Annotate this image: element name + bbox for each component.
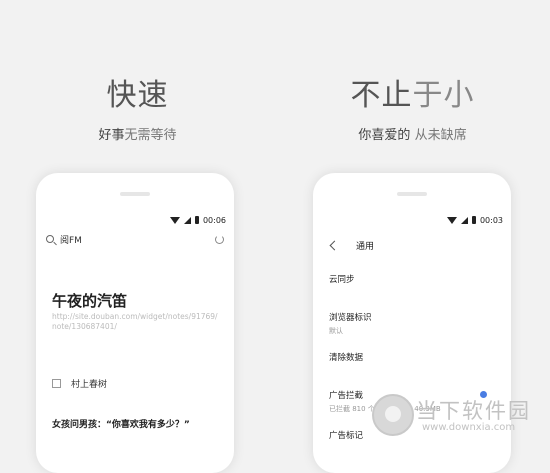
checkbox[interactable] (52, 379, 61, 388)
search-bar[interactable]: 阅FM (46, 231, 224, 247)
article-title: 午夜的汽笛 (52, 292, 128, 310)
battery-icon (194, 216, 199, 224)
headline: 不止于小 (275, 70, 550, 114)
signal-icon (460, 216, 468, 224)
phone-speaker (120, 192, 150, 196)
subline-part-b: 无需等待 (124, 128, 177, 143)
headline-part-a: 不止 (350, 78, 413, 113)
headline: 快速 (0, 70, 275, 114)
watermark-logo-icon (372, 394, 414, 436)
status-time: 00:03 (479, 215, 503, 225)
feature-panel-speed: 快速 好事无需等待 00:06 阅FM 午夜的汽笛 http://site.do… (0, 0, 275, 473)
setting-user-agent[interactable]: 浏览器标识 默认 (329, 311, 499, 351)
site-watermark: 当下软件园 www.downxia.com (372, 390, 547, 442)
phone-mockup-reader: 00:06 阅FM 午夜的汽笛 http://site.douban.com/w… (36, 173, 234, 473)
phone-speaker (397, 192, 427, 196)
subline-part-b: 从未缺席 (414, 128, 467, 143)
search-icon (46, 235, 54, 243)
nav-title: 通用 (356, 242, 375, 252)
search-text[interactable]: 阅FM (60, 233, 82, 246)
setting-cloud-sync[interactable]: 云同步 (329, 273, 499, 311)
article-quote: 女孩问男孩：“你喜欢我有多少？” (52, 420, 190, 430)
refresh-icon[interactable] (215, 234, 224, 244)
status-time: 00:06 (202, 215, 226, 225)
status-bar: 00:06 (36, 213, 226, 227)
subline: 你喜爱的 从未缺席 (275, 124, 550, 143)
article-url[interactable]: http://site.douban.com/widget/notes/9176… (52, 312, 222, 332)
watermark-url: www.downxia.com (422, 422, 516, 433)
setting-label: 清除数据 (329, 353, 364, 363)
headline-part-b: 于小 (412, 78, 475, 113)
subline: 好事无需等待 (0, 124, 275, 143)
back-arrow-icon[interactable] (329, 240, 340, 251)
setting-label: 浏览器标识 (329, 313, 372, 323)
checkbox-row[interactable]: 村上春树 (52, 377, 107, 390)
battery-icon (471, 216, 476, 224)
setting-sub: 默认 (329, 327, 343, 335)
setting-label: 云同步 (329, 275, 355, 285)
subline-part-a: 好事 (98, 128, 125, 143)
signal-icon (183, 216, 191, 224)
headline-text: 快速 (106, 78, 169, 113)
settings-nav: 通用 (329, 239, 375, 252)
subline-part-a: 你喜爱的 (358, 128, 411, 143)
checkbox-label: 村上春树 (71, 380, 108, 390)
wifi-icon (169, 216, 180, 224)
watermark-name: 当下软件园 (416, 399, 531, 423)
wifi-icon (446, 216, 457, 224)
setting-clear-data[interactable]: 清除数据 (329, 351, 499, 389)
status-bar: 00:03 (313, 213, 503, 227)
